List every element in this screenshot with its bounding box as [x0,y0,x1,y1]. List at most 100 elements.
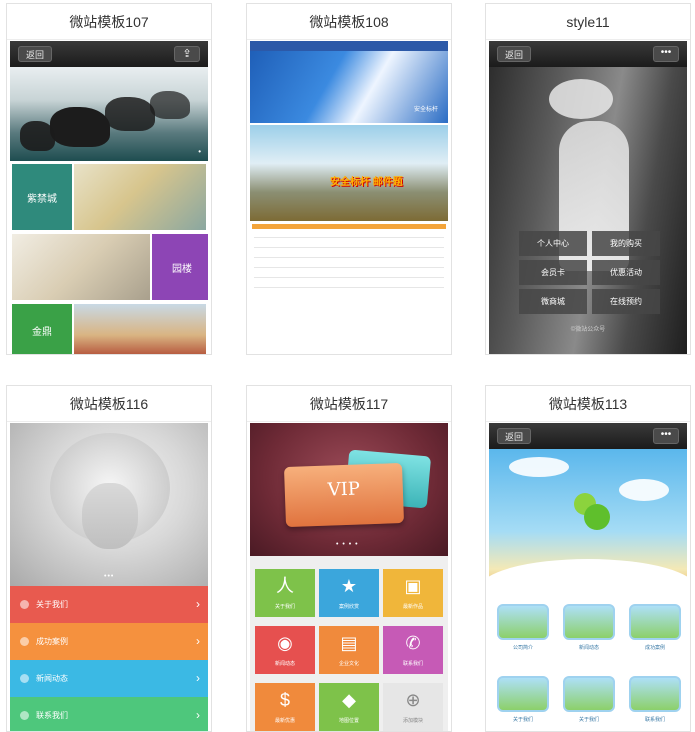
template-card-117[interactable]: 微站模板117 VIP • • • • 人关于我们 ★ 案例欣赏 ▣ 最新作品 ◉ 新… [246,385,452,732]
template-title[interactable]: 微站模板116 [7,386,211,422]
cartoon-landscape [489,449,687,619]
nav-bar: 在线留言 [252,344,446,354]
menu-button: 个人中心 [519,231,587,256]
back-button: 返回 [497,428,532,444]
promo-text: 安全标杆 邮件题 [330,177,403,188]
template-card-113[interactable]: 微站模板113 返回 ••• 公司简介 新闻动态 成功案例 关于我们 关于我们 … [485,385,691,732]
template-card-107[interactable]: 微站模板107 返回 ⇪ • 紫禁城 园楼 金鼎 [6,3,212,355]
star-icon: ★ [340,576,358,596]
preview-topbar: 返回 ••• [489,423,687,449]
vip-card: VIP [283,462,405,528]
menu-button: 我的购买 [592,231,660,256]
image-icon: ▣ [404,576,422,596]
banner-caption: 安全标杆 [413,107,438,113]
menu-row: 关于我们 › [10,586,208,623]
back-button: 返回 [497,46,532,62]
template-preview[interactable]: 返回 ⇪ • 紫禁城 园楼 金鼎 [10,41,208,354]
template-preview[interactable]: 返回 ••• 个人中心 我的购买 会员卡 优惠活动 微商城 在线预约 ©微站公众… [489,41,687,354]
grid-tile: ◆ 地图位置 [319,683,379,731]
thumb-tile [563,676,615,712]
template-title[interactable]: 微站模板113 [486,386,690,422]
thumb-caption: 关于我们 [578,717,599,723]
vip-banner: VIP • • • • [250,423,448,556]
portrait-photo: ••• [10,423,208,586]
tile-row: 紫禁城 [12,164,206,230]
grid-tile: ★ 案例欣赏 [319,569,379,617]
menu-button: 会员卡 [519,260,587,285]
tile-row: 园楼 [12,234,208,300]
preview-topbar: 返回 ••• [489,41,687,67]
menu-row: 成功案例 › [10,623,208,660]
template-card-108[interactable]: 微站模板108 安全标杆 安全标杆 邮件题 公司简介 产品展示 联系我们 在线留… [246,3,452,355]
more-icon: ••• [653,428,679,444]
back-button: 返回 [18,46,53,62]
template-card-style11[interactable]: style11 返回 ••• 个人中心 我的购买 会员卡 优惠活动 微商城 在线… [485,3,691,355]
horses-banner: • [10,67,208,161]
menu-row: 新闻动态 › [10,660,208,697]
footer-text: ©微站公众号 [570,327,606,333]
dollar-icon: $ [279,690,290,710]
preview-topbar: 返回 ⇪ [10,41,208,67]
grid-tile: 人关于我们 [255,569,315,617]
phone-icon: ✆ [405,633,421,653]
tile-row: 金鼎 [12,304,206,354]
menu-button: 微商城 [519,289,587,314]
security-banner: 安全标杆 [250,51,448,123]
chevron-right-icon: › [196,671,200,685]
template-title[interactable]: 微站模板117 [247,386,451,422]
grid-tile: ✆ 联系我们 [383,626,443,674]
template-title[interactable]: 微站模板108 [247,4,451,40]
phone-icon [20,711,29,720]
add-icon: ⊕ [405,690,421,710]
template-title[interactable]: style11 [486,4,690,40]
thumb-tile [629,676,681,712]
thumb-tile [629,604,681,640]
template-preview[interactable]: 返回 ••• 公司简介 新闻动态 成功案例 关于我们 关于我们 联系我们 [489,423,687,731]
nav-bar: 产品展示 [252,314,446,327]
preview-header [250,41,448,51]
tile: 紫禁城 [12,164,72,230]
painting-image [12,234,150,300]
template-preview[interactable]: VIP • • • • 人关于我们 ★ 案例欣赏 ▣ 最新作品 ◉ 新闻动态 ▤ 企业文… [250,423,448,731]
tile: 金鼎 [12,304,72,354]
grid-tile: ⊕ 添加模块 [383,683,443,731]
menu-row: 联系我们 › [10,697,208,731]
template-preview[interactable]: 安全标杆 安全标杆 邮件题 公司简介 产品展示 联系我们 在线留言 [250,41,448,354]
truck-banner: 安全标杆 邮件题 [250,125,448,221]
template-preview[interactable]: ••• 关于我们 › 成功案例 › 新闻动态 › 联系我们 › [10,423,208,731]
thumb-tile [497,604,549,640]
chevron-right-icon: › [196,708,200,722]
grid-tile: ◉ 新闻动态 [255,626,315,674]
person-icon [20,600,29,609]
share-icon: ⇪ [174,46,200,62]
chevron-right-icon: › [196,597,200,611]
menu-button: 优惠活动 [592,260,660,285]
divider [252,224,446,229]
grid-tile: ▣ 最新作品 [383,569,443,617]
nav-bar: 公司简介 [252,299,446,312]
thumb-tile [563,604,615,640]
chevron-right-icon: › [196,634,200,648]
star-icon [20,637,29,646]
template-title[interactable]: 微站模板107 [7,4,211,40]
thumb-caption: 公司简介 [512,645,533,651]
grid-tile: ▤ 企业文化 [319,626,379,674]
menu-button: 在线预约 [592,289,660,314]
nav-bar: 联系我们 [252,329,446,342]
palace-image [74,164,206,230]
thumb-tile [497,676,549,712]
book-icon: ▤ [340,633,358,653]
thumb-caption: 联系我们 [644,717,665,723]
person-icon: 人 [276,576,294,596]
tile: 园楼 [152,234,208,300]
globe-icon [20,674,29,683]
template-gallery: 微站模板107 返回 ⇪ • 紫禁城 园楼 金鼎 微站模板108 安全标杆 安全… [0,0,695,732]
thumb-caption: 新闻动态 [578,645,599,651]
thumb-caption: 成功案例 [644,645,665,651]
temple-image [74,304,206,354]
grid-tile: $ 最新优惠 [255,683,315,731]
more-icon: ••• [653,46,679,62]
map-pin-icon: ◆ [342,690,356,710]
thumb-caption: 关于我们 [512,717,533,723]
template-card-116[interactable]: 微站模板116 ••• 关于我们 › 成功案例 › 新闻动态 › 联系我们 › [6,385,212,732]
